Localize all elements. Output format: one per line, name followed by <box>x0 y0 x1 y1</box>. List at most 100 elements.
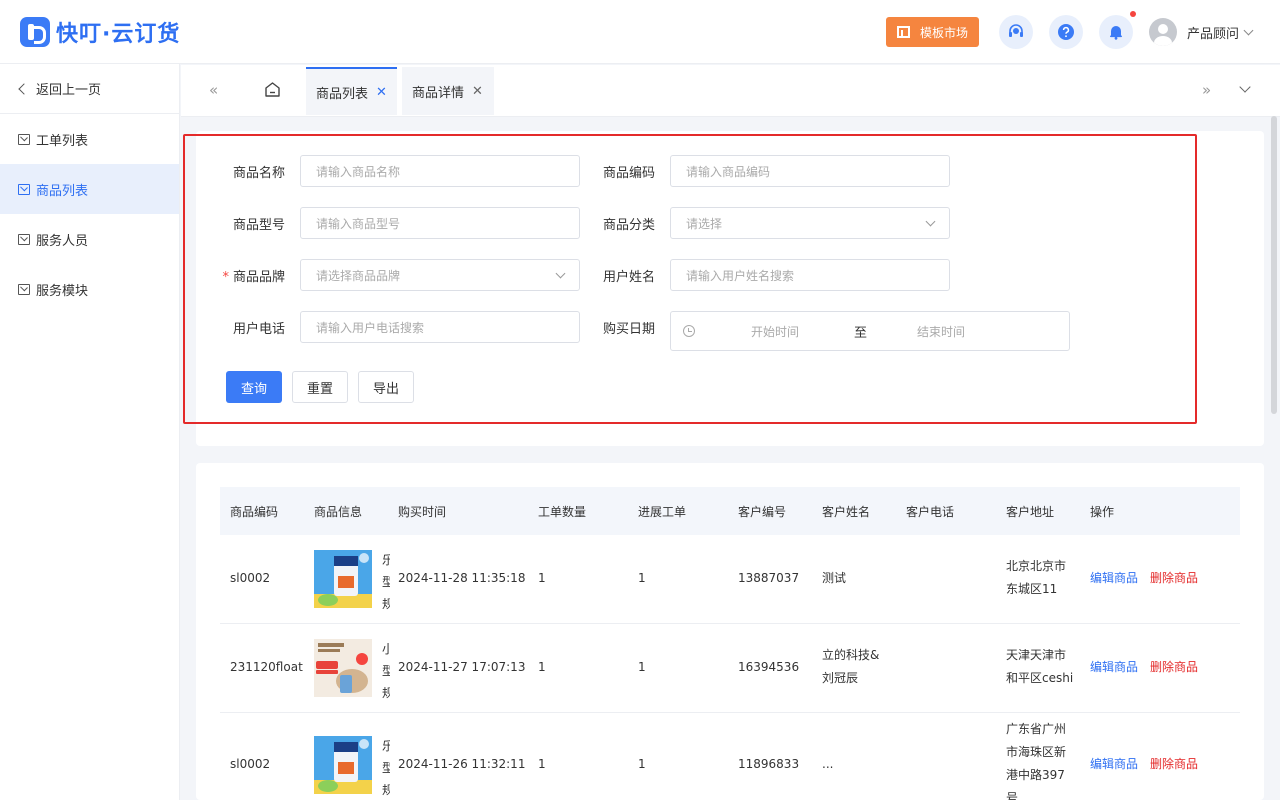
delete-product-link[interactable]: 删除商品 <box>1150 656 1198 679</box>
template-market-button[interactable]: 模板市场 <box>886 17 979 47</box>
placeholder: 请输入用户电话搜索 <box>316 320 425 335</box>
cell-progress-tickets: 1 <box>638 757 646 771</box>
product-code-label: 商品编码 <box>602 166 655 181</box>
cell-customer-no: 13887037 <box>738 571 800 585</box>
notification-button[interactable] <box>1099 15 1133 49</box>
product-thumbnail[interactable] <box>314 736 372 794</box>
table-header: 商品编码 商品信息 购买时间 工单数量 进展工单 客户编号 客户姓名 客户电话 … <box>220 487 1240 535</box>
product-code-input[interactable]: 请输入商品编码 <box>670 155 950 187</box>
chevron-left-icon <box>18 82 30 95</box>
avatar <box>1149 18 1177 46</box>
column-header: 客户姓名 <box>822 505 871 519</box>
home-icon[interactable] <box>264 81 281 98</box>
date-separator: 至 <box>854 325 868 341</box>
cell-code: 231120float <box>230 660 303 674</box>
product-brand-select[interactable]: 请选择商品品牌 <box>300 259 580 291</box>
column-header: 客户编号 <box>738 505 787 519</box>
product-info-text: 型 <box>382 761 390 775</box>
inbox-icon <box>18 233 30 245</box>
user-name-label: 用户姓名 <box>602 270 655 285</box>
column-header: 工单数量 <box>538 505 587 519</box>
user-name-input[interactable]: 请输入用户姓名搜索 <box>670 259 950 291</box>
close-icon[interactable]: ✕ <box>376 85 387 100</box>
inbox-icon <box>18 133 30 145</box>
product-info-text: 型 <box>382 575 390 589</box>
cell-code: sl0002 <box>230 571 271 585</box>
product-table: 商品编码 商品信息 购买时间 工单数量 进展工单 客户编号 客户姓名 客户电话 … <box>196 463 1264 800</box>
product-category-select[interactable]: 请选择 <box>670 207 950 239</box>
reset-button[interactable]: 重置 <box>292 371 348 403</box>
date-end[interactable]: 结束时间 <box>917 323 965 340</box>
placeholder: 请选择 <box>686 216 723 231</box>
cell-purchase-time: 2024-11-27 17:07:13 <box>398 660 526 674</box>
product-info-text: 乐 <box>382 739 390 753</box>
column-header: 客户地址 <box>1006 505 1055 519</box>
placeholder: 请输入商品型号 <box>316 216 401 231</box>
tab-product-list[interactable]: 商品列表 ✕ <box>306 67 397 115</box>
product-model-input[interactable]: 请输入商品型号 <box>300 207 580 239</box>
table-row: 231120float 小 型 规 2024-11-27 17:07:13 1 … <box>220 624 1240 713</box>
cell-progress-tickets: 1 <box>638 571 646 585</box>
product-name-input[interactable]: 请输入商品名称 <box>300 155 580 187</box>
sidebar-item-label: 工单列表 <box>36 133 89 149</box>
edit-product-link[interactable]: 编辑商品 <box>1090 567 1138 590</box>
logo-icon <box>20 17 50 47</box>
product-category-label: 商品分类 <box>602 218 655 233</box>
sidebar-item-staff[interactable]: 服务人员 <box>0 214 179 264</box>
double-chevron-right-icon[interactable]: » <box>1202 81 1211 99</box>
help-icon <box>1058 24 1074 40</box>
cell-purchase-time: 2024-11-26 11:32:11 <box>398 757 526 771</box>
export-button[interactable]: 导出 <box>358 371 414 403</box>
cell-address: 和平区ceshi <box>1006 671 1074 685</box>
sidebar-item-modules[interactable]: 服务模块 <box>0 264 179 314</box>
close-icon[interactable]: ✕ <box>472 84 483 99</box>
scrollbar[interactable] <box>1271 116 1277 414</box>
cell-address: 号 <box>1006 791 1019 800</box>
product-model-label: 商品型号 <box>232 218 285 233</box>
product-thumbnail[interactable] <box>314 639 372 697</box>
query-button[interactable]: 查询 <box>226 371 282 403</box>
product-info-text: 乐 <box>382 553 390 567</box>
user-name: 产品顾问 <box>1187 26 1240 42</box>
purchase-date-label: 购买日期 <box>602 322 655 337</box>
purchase-date-range[interactable]: 开始时间 至 结束时间 <box>670 311 1070 351</box>
service-button[interactable] <box>999 15 1033 49</box>
bell-icon <box>1110 26 1122 40</box>
product-info-text: 型 <box>382 664 390 678</box>
sidebar-item-label: 商品列表 <box>36 183 89 199</box>
sidebar-item-tickets[interactable]: 工单列表 <box>0 114 179 164</box>
column-header: 商品信息 <box>314 505 363 519</box>
edit-product-link[interactable]: 编辑商品 <box>1090 753 1138 776</box>
cell-address: 天津天津市 <box>1006 648 1067 662</box>
back-button[interactable]: 返回上一页 <box>0 64 179 114</box>
tab-product-detail[interactable]: 商品详情 ✕ <box>402 67 494 115</box>
user-phone-input[interactable]: 请输入用户电话搜索 <box>300 311 580 343</box>
service-icon <box>1009 24 1023 37</box>
inbox-icon <box>18 283 30 295</box>
brand-logo[interactable]: 快叮·云订货 <box>20 16 180 48</box>
cell-customer-no: 16394536 <box>738 660 800 674</box>
top-header: 快叮·云订货 模板市场 产品顾问 <box>0 0 1280 64</box>
chevron-down-icon[interactable] <box>1239 81 1251 93</box>
edit-product-link[interactable]: 编辑商品 <box>1090 656 1138 679</box>
cell-customer-no: 11896833 <box>738 757 800 771</box>
user-phone-label: 用户电话 <box>232 322 285 337</box>
delete-product-link[interactable]: 删除商品 <box>1150 753 1198 776</box>
template-icon <box>896 26 910 38</box>
cell-ticket-count: 1 <box>538 757 546 771</box>
user-menu[interactable]: 产品顾问 <box>1149 18 1254 46</box>
help-button[interactable] <box>1049 15 1083 49</box>
chevron-down-icon <box>925 216 936 226</box>
date-start[interactable]: 开始时间 <box>751 323 799 340</box>
table-row: sl0002 乐 型 规 2024-11-26 11:32:11 1 1 118… <box>220 713 1240 800</box>
brand-label-text: 商品品牌 <box>232 270 285 285</box>
sidebar-item-products[interactable]: 商品列表 <box>0 164 179 214</box>
delete-product-link[interactable]: 删除商品 <box>1150 567 1198 590</box>
product-thumbnail[interactable] <box>314 550 372 608</box>
product-name-label: 商品名称 <box>232 166 285 181</box>
product-brand-label: * 商品品牌 <box>195 266 285 285</box>
double-chevron-left-icon[interactable]: « <box>209 81 218 99</box>
sidebar: 返回上一页 工单列表 商品列表 服务人员 服务模块 <box>0 64 180 800</box>
inbox-icon <box>18 183 30 195</box>
cell-address: 东城区11 <box>1006 582 1058 596</box>
